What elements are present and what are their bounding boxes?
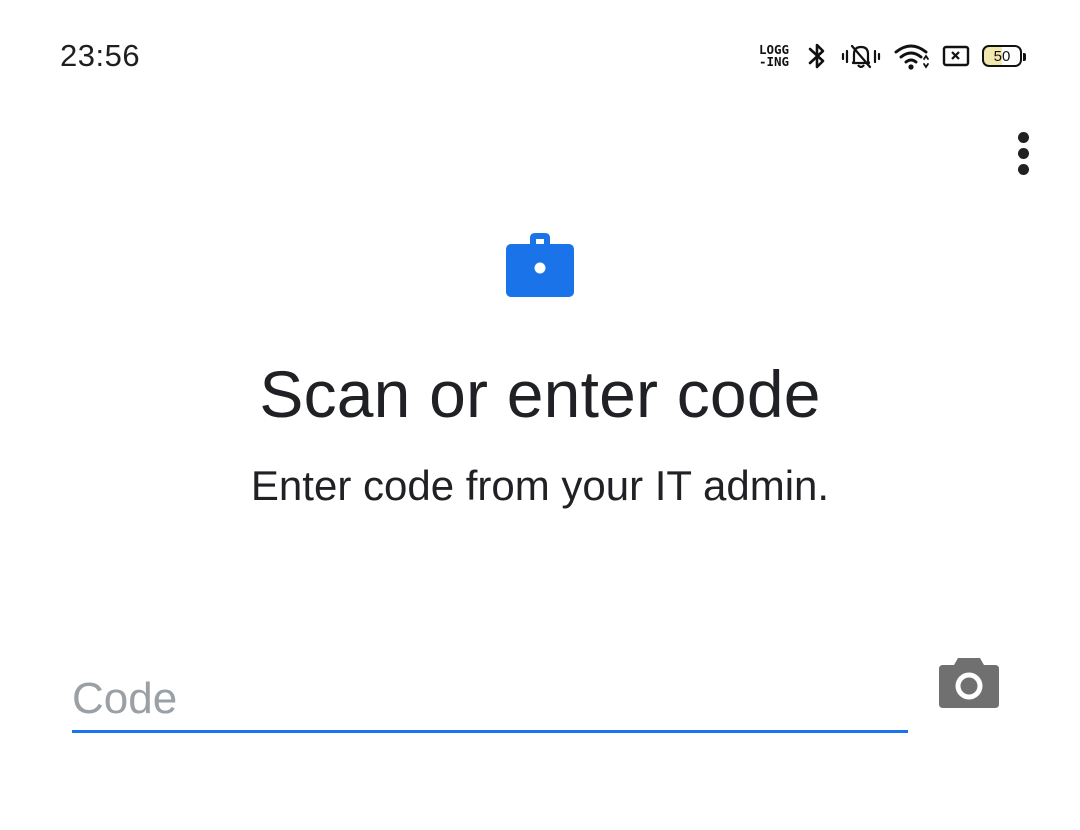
briefcase-icon xyxy=(506,233,574,297)
code-input[interactable] xyxy=(72,668,908,733)
status-icons: LOGG -ING 50 xyxy=(754,38,1026,74)
page-subtitle: Enter code from your IT admin. xyxy=(250,462,830,509)
logging-icon: LOGG -ING xyxy=(758,42,790,69)
battery-level: 50 xyxy=(993,47,1011,65)
bell-muted-icon xyxy=(841,44,881,69)
wifi-icon xyxy=(894,44,929,70)
status-bar: 23:56 LOGG -ING 50 xyxy=(0,0,1080,112)
bluetooth-icon xyxy=(808,43,825,69)
status-time: 23:56 xyxy=(60,38,141,73)
notification-box-icon xyxy=(942,45,970,67)
page-title: Scan or enter code xyxy=(259,357,821,431)
camera-icon[interactable] xyxy=(936,652,1002,712)
more-vert-icon[interactable] xyxy=(1004,126,1044,182)
battery-icon: 50 xyxy=(982,45,1026,67)
